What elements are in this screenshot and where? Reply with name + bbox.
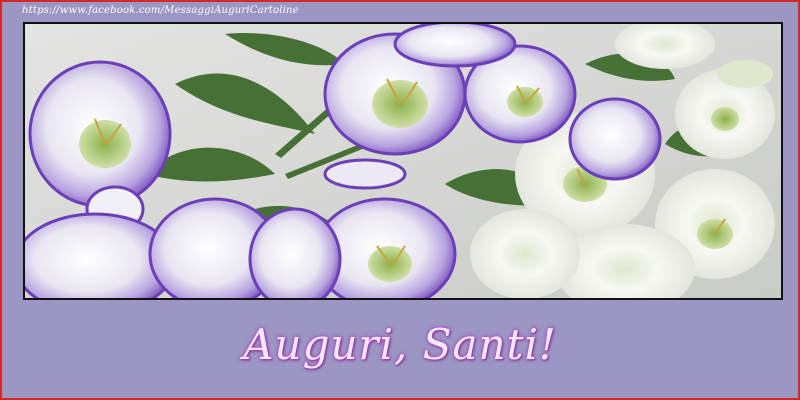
flower-photo	[23, 22, 783, 300]
greeting-text: Auguri, Santi!	[243, 320, 557, 369]
source-url-text: https://www.facebook.com/MessaggiAuguriC…	[22, 5, 299, 16]
flower-bouquet-image	[25, 24, 781, 298]
greeting-card: https://www.facebook.com/MessaggiAuguriC…	[0, 0, 800, 400]
